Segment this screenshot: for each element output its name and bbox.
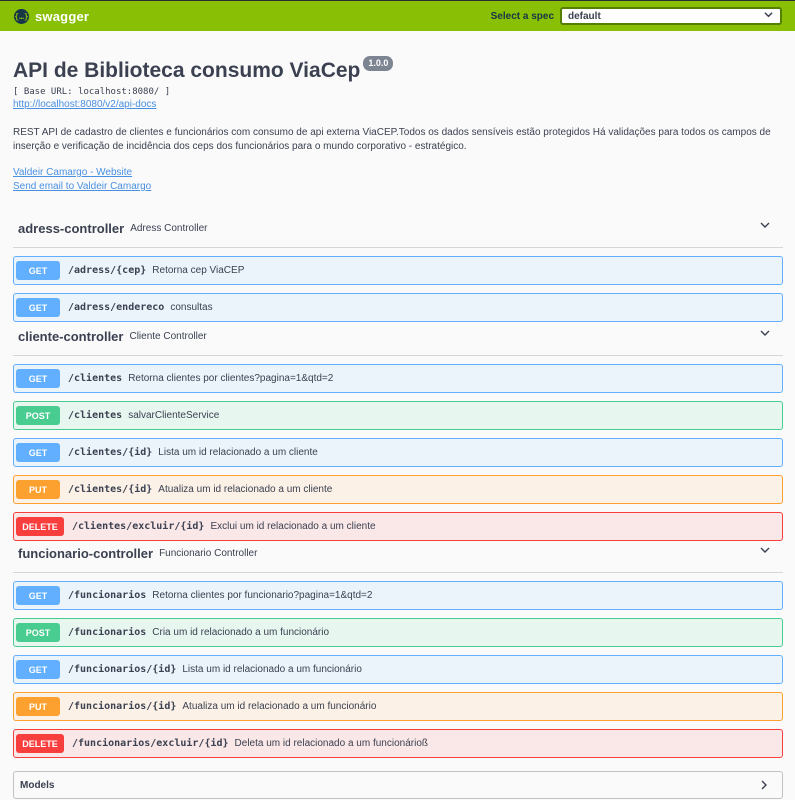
operation-path: /clientes — [68, 373, 123, 384]
tag-description: Funcionario Controller — [159, 548, 258, 559]
operation-path: /adress/endereco — [68, 302, 165, 313]
operation-path: /funcionarios/{id} — [68, 664, 177, 675]
operation-get-clientes[interactable]: GET /clientes Retorna clientes por clien… — [13, 364, 783, 393]
tag-description: Cliente Controller — [129, 331, 207, 342]
chevron-right-icon — [761, 780, 767, 790]
operation-path: /funcionarios/{id} — [68, 701, 177, 712]
contact-links: Valdeir Camargo - Website Send email to … — [13, 166, 783, 194]
page-title: API de Biblioteca consumo ViaCep — [13, 59, 361, 82]
topbar: {…} swagger Select a spec default — [0, 0, 795, 31]
operation-put-clientes-id[interactable]: PUT /clientes/{id} Atualiza um id relaci… — [13, 475, 783, 504]
operation-summary: Lista um id relacionado a um funcionário — [182, 664, 362, 675]
operation-path: /clientes — [68, 410, 123, 421]
operation-path: /funcionarios/excluir/{id} — [72, 738, 229, 749]
operation-post-clientes[interactable]: POST /clientes salvarClienteService — [13, 401, 783, 430]
operation-summary: consultas — [170, 302, 213, 313]
tag-header[interactable]: cliente-controller Cliente Controller — [13, 318, 783, 356]
spec-select-value: default — [568, 10, 601, 22]
spec-selector: Select a spec default — [491, 7, 782, 25]
tag-header[interactable]: adress-controller Adress Controller — [13, 210, 783, 248]
contact-email-link[interactable]: Send email to Valdeir Camargo — [13, 180, 783, 194]
method-badge: PUT — [16, 480, 60, 499]
method-badge: GET — [16, 660, 60, 679]
operation-summary: Atualiza um id relacionado a um cliente — [158, 484, 333, 495]
operation-summary: Lista um id relacionado a um cliente — [158, 447, 318, 458]
method-badge: GET — [16, 443, 60, 462]
operation-summary: salvarClienteService — [128, 410, 220, 421]
method-badge: POST — [16, 623, 60, 642]
operation-path: /funcionarios — [68, 590, 147, 601]
spec-label: Select a spec — [490, 10, 554, 22]
operation-summary: Deleta um id relacionado a um funcionári… — [234, 738, 428, 749]
method-badge: GET — [16, 369, 60, 388]
operation-summary: Retorna clientes por funcionario?pagina=… — [152, 590, 373, 601]
version-badge: 1.0.0 — [363, 56, 394, 71]
method-badge: GET — [16, 586, 60, 605]
base-url: [ Base URL: localhost:8080/ ] — [13, 87, 171, 97]
chevron-down-icon — [764, 10, 773, 21]
operation-path: /clientes/{id} — [68, 484, 153, 495]
api-info: API de Biblioteca consumo ViaCep 1.0.0 [… — [13, 56, 783, 194]
operation-path: /funcionarios — [68, 627, 147, 638]
method-badge: POST — [16, 406, 60, 425]
chevron-down-icon — [760, 547, 770, 553]
api-docs-link[interactable]: http://localhost:8080/v2/api-docs — [13, 98, 783, 111]
operation-delete-funcionarios-excluir[interactable]: DELETE /funcionarios/excluir/{id} Deleta… — [13, 729, 783, 758]
swagger-logo[interactable]: {…} swagger — [14, 8, 90, 24]
operation-put-funcionarios-id[interactable]: PUT /funcionarios/{id} Atualiza um id re… — [13, 692, 783, 721]
tag-name: adress-controller — [18, 221, 125, 236]
models-label: Models — [20, 779, 55, 791]
method-badge: GET — [16, 298, 60, 317]
operation-path: /adress/{cep} — [68, 265, 147, 276]
operation-get-clientes-id[interactable]: GET /clientes/{id} Lista um id relaciona… — [13, 438, 783, 467]
logo-text: swagger — [35, 8, 90, 24]
method-badge: GET — [16, 261, 60, 280]
models-section[interactable]: Models — [13, 771, 783, 799]
method-badge: DELETE — [16, 517, 64, 536]
operation-summary: Retorna cep ViaCEP — [152, 265, 245, 276]
operation-get-funcionarios[interactable]: GET /funcionarios Retorna clientes por f… — [13, 581, 783, 610]
operation-post-funcionarios[interactable]: POST /funcionarios Cria um id relacionad… — [13, 618, 783, 647]
tag-section-adress-controller: adress-controller Adress Controller GET … — [13, 210, 783, 322]
operation-summary: Retorna clientes por clientes?pagina=1&q… — [128, 373, 334, 384]
tag-header[interactable]: funcionario-controller Funcionario Contr… — [13, 535, 783, 573]
tag-name: funcionario-controller — [18, 546, 154, 561]
tag-section-cliente-controller: cliente-controller Cliente Controller GE… — [13, 318, 783, 541]
chevron-down-icon — [760, 330, 770, 336]
contact-website-link[interactable]: Valdeir Camargo - Website — [13, 166, 783, 180]
method-badge: PUT — [16, 697, 60, 716]
operation-path: /clientes/{id} — [68, 447, 153, 458]
method-badge: DELETE — [16, 734, 64, 753]
tag-name: cliente-controller — [18, 329, 124, 344]
spec-select[interactable]: default — [560, 7, 782, 25]
tag-section-funcionario-controller: funcionario-controller Funcionario Contr… — [13, 535, 783, 758]
operation-summary: Atualiza um id relacionado a um funcioná… — [182, 701, 377, 712]
operation-summary: Cria um id relacionado a um funcionário — [152, 627, 330, 638]
operation-summary: Exclui um id relacionado a um cliente — [210, 521, 376, 532]
chevron-down-icon — [760, 222, 770, 228]
api-description: REST API de cadastro de clientes e funci… — [13, 127, 771, 152]
swagger-logo-icon: {…} — [14, 8, 29, 24]
operation-path: /clientes/excluir/{id} — [72, 521, 205, 532]
operation-get-adress-cep[interactable]: GET /adress/{cep} Retorna cep ViaCEP — [13, 256, 783, 285]
operation-get-funcionarios-id[interactable]: GET /funcionarios/{id} Lista um id relac… — [13, 655, 783, 684]
tag-description: Adress Controller — [130, 223, 208, 234]
